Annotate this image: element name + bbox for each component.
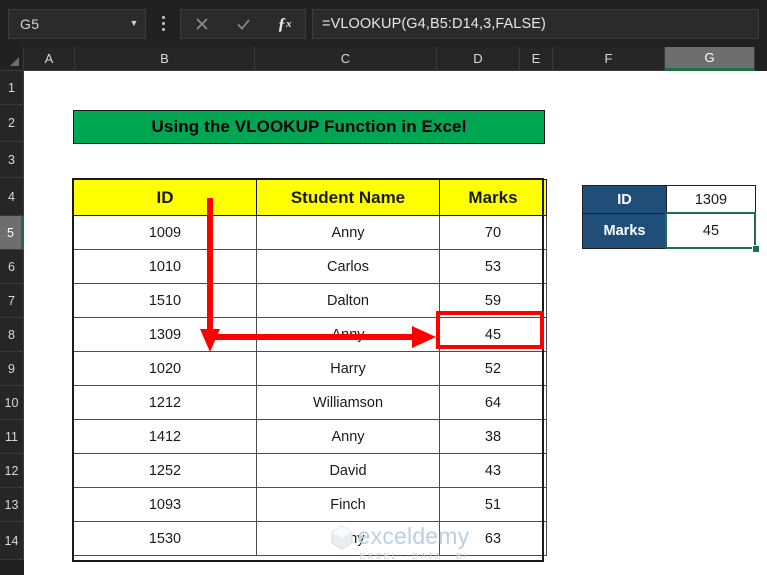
kebab-menu-icon[interactable] <box>150 16 176 31</box>
row-header-14[interactable]: 14 <box>0 522 24 560</box>
cell-id[interactable]: 1212 <box>73 385 257 420</box>
cell-id[interactable]: 1009 <box>73 215 257 250</box>
column-header-b[interactable]: B <box>75 47 255 71</box>
column-header-a[interactable]: A <box>24 47 75 71</box>
lookup-result-box: ID 1309 Marks 45 <box>582 185 756 249</box>
column-header-d[interactable]: D <box>437 47 520 71</box>
cell-marks[interactable]: 59 <box>439 283 547 318</box>
cell-name[interactable]: Carlos <box>256 249 440 284</box>
cell-name[interactable]: Harry <box>256 351 440 386</box>
table-row[interactable]: 1093 Finch 51 <box>73 487 547 522</box>
select-all-corner[interactable] <box>0 47 24 71</box>
cell-marks[interactable]: 45 <box>439 317 547 352</box>
cell-id[interactable]: 1309 <box>73 317 257 352</box>
lookup-marks-label: Marks <box>582 213 667 249</box>
student-marks-table: ID Student Name Marks 1009 Anny 70 1010 … <box>73 179 547 556</box>
column-header-id: ID <box>73 179 257 216</box>
row-header-12[interactable]: 12 <box>0 454 24 488</box>
row-header-7[interactable]: 7 <box>0 284 24 318</box>
cell-id[interactable]: 1252 <box>73 453 257 488</box>
cell-marks[interactable]: 63 <box>439 521 547 556</box>
cell-id[interactable]: 1530 <box>73 521 257 556</box>
table-row[interactable]: 1212 Williamson 64 <box>73 385 547 420</box>
cell-marks[interactable]: 38 <box>439 419 547 454</box>
column-header-f[interactable]: F <box>553 47 665 71</box>
row-header-3[interactable]: 3 <box>0 142 24 178</box>
name-box-value: G5 <box>20 15 40 32</box>
fx-icon[interactable]: ƒx <box>264 8 306 39</box>
column-header-e[interactable]: E <box>520 47 553 71</box>
table-row[interactable]: 1510 Dalton 59 <box>73 283 547 318</box>
cell-name[interactable]: Anny <box>256 317 440 352</box>
column-header-marks: Marks <box>439 179 547 216</box>
chevron-down-icon[interactable]: ▼ <box>123 19 145 28</box>
cell-name[interactable]: Williamson <box>256 385 440 420</box>
table-header-row: ID Student Name Marks <box>73 179 547 216</box>
row-header-9[interactable]: 9 <box>0 352 24 386</box>
cell-name[interactable]: Anny <box>256 521 440 556</box>
table-row[interactable]: 1412 Anny 38 <box>73 419 547 454</box>
column-header-name: Student Name <box>256 179 440 216</box>
row-header-13[interactable]: 13 <box>0 488 24 522</box>
cell-id[interactable]: 1020 <box>73 351 257 386</box>
lookup-marks-value[interactable]: 45 <box>666 213 756 249</box>
row-header-2[interactable]: 2 <box>0 105 24 142</box>
table-row[interactable]: 1020 Harry 52 <box>73 351 547 386</box>
cell-marks[interactable]: 53 <box>439 249 547 284</box>
page-title: Using the VLOOKUP Function in Excel <box>73 110 545 144</box>
cell-name[interactable]: Anny <box>256 215 440 250</box>
row-header-1[interactable]: 1 <box>0 71 24 105</box>
formula-bar-strip: G5 ▼ ƒx =VLOOKUP(G4,B5:D14,3,FALSE) <box>0 0 767 47</box>
cell-id[interactable]: 1510 <box>73 283 257 318</box>
row-header-5[interactable]: 5 <box>0 216 24 250</box>
row-header-10[interactable]: 10 <box>0 386 24 420</box>
cell-marks[interactable]: 51 <box>439 487 547 522</box>
table-row[interactable]: 1252 David 43 <box>73 453 547 488</box>
row-header-column: 1 2 3 4 5 6 7 8 9 10 11 12 13 14 <box>0 71 24 575</box>
cell-marks[interactable]: 64 <box>439 385 547 420</box>
row-header-6[interactable]: 6 <box>0 250 24 284</box>
table-row[interactable]: 1530 Anny 63 <box>73 521 547 556</box>
cell-name[interactable]: Dalton <box>256 283 440 318</box>
column-header-g[interactable]: G <box>665 47 755 71</box>
lookup-id-row: ID 1309 <box>582 185 756 214</box>
table-row-match[interactable]: 1309 Anny 45 <box>73 317 547 352</box>
cell-name[interactable]: David <box>256 453 440 488</box>
cell-marks[interactable]: 70 <box>439 215 547 250</box>
formula-input[interactable]: =VLOOKUP(G4,B5:D14,3,FALSE) <box>312 8 759 39</box>
close-icon[interactable] <box>180 8 222 39</box>
table-row[interactable]: 1009 Anny 70 <box>73 215 547 250</box>
table-row[interactable]: 1010 Carlos 53 <box>73 249 547 284</box>
name-box[interactable]: G5 ▼ <box>8 8 146 39</box>
lookup-id-label: ID <box>582 185 667 214</box>
cell-marks[interactable]: 52 <box>439 351 547 386</box>
check-icon[interactable] <box>222 8 264 39</box>
cell-name[interactable]: Anny <box>256 419 440 454</box>
column-header-row: A B C D E F G <box>0 47 767 71</box>
lookup-id-value[interactable]: 1309 <box>666 185 756 214</box>
cell-id[interactable]: 1010 <box>73 249 257 284</box>
row-header-11[interactable]: 11 <box>0 420 24 454</box>
row-header-4[interactable]: 4 <box>0 178 24 216</box>
cell-marks[interactable]: 43 <box>439 453 547 488</box>
worksheet-grid: Using the VLOOKUP Function in Excel ID S… <box>24 71 767 575</box>
cell-name[interactable]: Finch <box>256 487 440 522</box>
lookup-marks-row: Marks 45 <box>582 213 756 249</box>
column-header-c[interactable]: C <box>255 47 437 71</box>
cell-id[interactable]: 1093 <box>73 487 257 522</box>
cell-id[interactable]: 1412 <box>73 419 257 454</box>
row-header-8[interactable]: 8 <box>0 318 24 352</box>
